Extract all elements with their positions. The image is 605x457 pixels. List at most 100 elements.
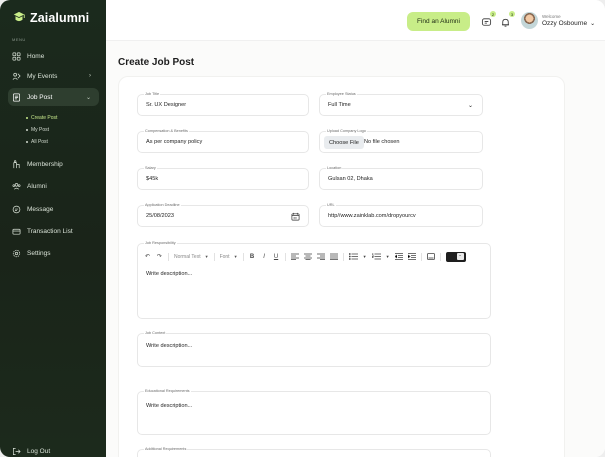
job-title-field[interactable]: Job Title Sr. UX Designer [137, 92, 309, 116]
field-label: Job Context [144, 331, 167, 336]
field-label: Job Title [144, 92, 161, 97]
field-label: Educational Requirements [144, 389, 191, 394]
sidebar-item-transaction-list[interactable]: Transaction List [8, 222, 99, 240]
app-window: Zaialumni MENU Home My Events › Job Post… [0, 0, 605, 457]
educational-requirements-editor[interactable]: Educational Requirements Write descripti… [137, 389, 491, 435]
sidebar-item-home[interactable]: Home [8, 47, 99, 65]
user-name: Ozzy Osbourne [542, 20, 588, 27]
align-left-icon[interactable] [290, 253, 299, 260]
divider [420, 252, 422, 261]
company-logo-upload: Upload Company Logo Choose File No file … [319, 129, 483, 153]
sidebar-item-label: Settings [27, 249, 51, 257]
sidebar-item-membership[interactable]: Membership [8, 155, 99, 173]
italic-button[interactable]: I [261, 253, 268, 261]
caret-down-icon: ▼ [233, 254, 238, 259]
chevron-down-icon: ⌄ [85, 94, 91, 101]
choose-file-button[interactable]: Choose File [324, 136, 364, 149]
bold-button[interactable]: B [249, 253, 256, 261]
calendar-icon[interactable] [291, 212, 300, 221]
field-label: Salary [144, 166, 157, 171]
welcome-text: Welcome [542, 14, 561, 19]
notifications-button[interactable]: 3 [500, 11, 515, 27]
employee-status-select[interactable]: Employee Status Full Time ⌄ [319, 92, 483, 116]
editor-placeholder: Write description... [146, 403, 193, 409]
sub-item-label: My Post [31, 127, 50, 133]
avatar[interactable] [521, 12, 538, 29]
sidebar-item-my-events[interactable]: My Events › [8, 67, 99, 85]
divider [284, 252, 286, 261]
sidebar-item-label: Transaction List [27, 227, 73, 235]
numbered-list-icon[interactable] [371, 253, 381, 260]
sidebar-item-label: Job Post [27, 93, 53, 101]
align-right-icon[interactable] [316, 253, 325, 260]
format-select[interactable]: Normal Text ▼ [174, 254, 209, 260]
divider [439, 252, 441, 261]
field-label: Upload Company Logo [326, 129, 367, 134]
field-value: Full Time [328, 102, 351, 108]
sub-item-label: All Post [31, 139, 48, 145]
text-color-picker[interactable]: ⌃ [445, 251, 466, 262]
indent-decrease-icon[interactable] [394, 253, 403, 260]
bullet-list-icon[interactable] [348, 253, 358, 260]
sub-item-create-post[interactable]: Create Post [26, 115, 57, 121]
sub-item-all-post[interactable]: All Post [26, 139, 48, 145]
job-responsibility-editor[interactable]: Job Responsibility ↶ ↷ Normal Text ▼ Fon… [137, 241, 491, 319]
align-justify-icon[interactable] [329, 253, 338, 260]
users-icon [12, 182, 21, 189]
additional-requirements-editor[interactable]: Additional Requirements [137, 447, 491, 457]
redo-icon[interactable]: ↷ [156, 253, 163, 261]
sidebar-item-job-post[interactable]: Job Post ⌄ [8, 88, 99, 106]
chevron-down-icon: ⌄ [467, 103, 473, 109]
messages-button[interactable]: 2 [481, 11, 496, 27]
caret-down-icon[interactable]: ▼ [363, 253, 367, 261]
font-select[interactable]: Font ▼ [220, 254, 238, 260]
editor-placeholder: Write description... [146, 343, 193, 349]
editor-toolbar: ↶ ↷ Normal Text ▼ Font ▼ B I U ▼ ▼ ⌃ [144, 251, 484, 262]
font-select-value: Font [219, 253, 230, 260]
logo-text: Zaialumni [30, 11, 90, 25]
field-label: Location [326, 166, 343, 171]
divider [168, 252, 169, 261]
compensation-field[interactable]: Compensation & Benefits As per company p… [137, 129, 309, 153]
messages-badge: 2 [490, 11, 496, 17]
field-value: As per company policy [146, 139, 203, 145]
field-label: URL [326, 203, 336, 208]
topbar: Find an Alumni 2 3 Welcome Ozzy Osbourne… [106, 0, 605, 41]
sidebar-item-label: Home [27, 52, 45, 60]
location-field[interactable]: Location Gulsan 02, Dhaka [319, 166, 483, 190]
field-value: Sr. UX Designer [146, 102, 187, 108]
field-value: 25/08/2023 [146, 213, 174, 219]
application-deadline-field[interactable]: Application Deadline 25/08/2023 [137, 203, 309, 227]
indent-increase-icon[interactable] [407, 253, 416, 260]
caret-down-icon[interactable]: ▼ [386, 253, 390, 261]
underline-button[interactable]: U [273, 253, 280, 261]
image-icon[interactable] [426, 253, 435, 260]
chevron-right-icon: › [89, 73, 91, 79]
divider [213, 252, 215, 261]
salary-field[interactable]: Salary $45k [137, 166, 309, 190]
sidebar-item-message[interactable]: Message [8, 200, 99, 218]
url-field[interactable]: URL http//www.zainklab.com/dropyourcv [319, 203, 483, 227]
field-value: http//www.zainklab.com/dropyourcv [328, 213, 416, 219]
briefcase-icon [12, 93, 21, 101]
logout-icon [12, 447, 21, 455]
notifications-badge: 3 [509, 11, 515, 17]
job-context-editor[interactable]: Job Context Write description... [137, 331, 491, 367]
grid-icon [12, 52, 21, 60]
file-status: No file chosen [364, 139, 400, 145]
logout-button[interactable]: Log Out [8, 442, 99, 457]
user-menu[interactable]: Ozzy Osbourne ⌄ [542, 20, 595, 27]
sub-item-my-post[interactable]: My Post [26, 127, 49, 133]
field-label: Job Responsibility [144, 241, 177, 246]
undo-icon[interactable]: ↶ [144, 253, 151, 261]
caret-down-icon: ▼ [204, 254, 209, 259]
field-value: Gulsan 02, Dhaka [328, 176, 373, 182]
sidebar-item-settings[interactable]: Settings [8, 244, 99, 262]
card-icon [12, 228, 21, 235]
logo[interactable]: Zaialumni [12, 11, 89, 25]
sidebar-item-alumni[interactable]: Alumni [8, 177, 99, 195]
format-select-value: Normal Text [174, 253, 201, 260]
find-alumni-button[interactable]: Find an Alumni [407, 12, 470, 31]
align-center-icon[interactable] [303, 253, 312, 260]
chevron-down-icon: ⌄ [590, 21, 596, 27]
